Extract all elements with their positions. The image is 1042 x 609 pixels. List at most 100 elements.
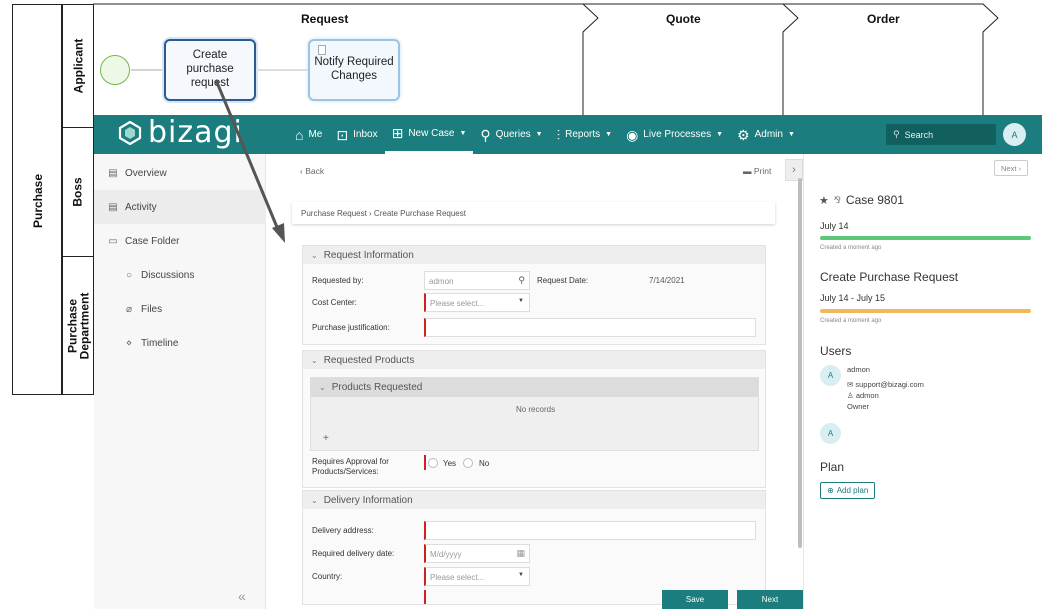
print-link[interactable]: ▬ Print (743, 166, 771, 176)
request-date-label: Request Date: (537, 276, 589, 285)
next-button[interactable]: Next (737, 590, 803, 609)
add-document-icon: ⊕ (827, 486, 834, 495)
sidebar-item-label: Timeline (141, 337, 179, 349)
nav-admin[interactable]: ⚙ Admin ▼ (730, 115, 802, 154)
sidebar-item-activity[interactable]: ▤ Activity (94, 190, 266, 224)
paperclip-icon: ⌀ (125, 303, 133, 315)
nav-inbox-label: Inbox (353, 129, 378, 140)
collapse-sidebar-icon[interactable]: « (238, 588, 246, 604)
panel-title: Delivery Information (323, 494, 413, 506)
folder-icon: ▭ (108, 235, 118, 247)
caret-down-icon: ▼ (787, 131, 795, 138)
approval-no-radio[interactable] (463, 458, 473, 468)
gear-icon: ⚙ (737, 126, 750, 143)
chevron-down-icon: ⌄ (311, 355, 318, 365)
cost-center-label: Cost Center: (312, 298, 357, 307)
lane-purchase-department: Purchase Department (62, 256, 94, 395)
new-case-icon: ⊞ (391, 125, 404, 141)
case-sidebar: ▤ Overview ▤ Activity ▭ Case Folder ○ Di… (94, 154, 266, 609)
delivery-date-input[interactable]: M/d/yyyy ▦ (424, 544, 530, 563)
bizagi-logo[interactable]: bizagi (118, 118, 243, 148)
users-heading: Users (820, 344, 852, 358)
sidebar-item-files[interactable]: ⌀ Files (94, 292, 266, 326)
global-search[interactable]: ⚲ (886, 124, 996, 145)
products-requested-grid: ⌄ Products Requested No records + (310, 377, 759, 451)
sidebar-item-timeline[interactable]: ⋄ Timeline (94, 326, 266, 360)
process-icon: ⅋ (833, 194, 841, 205)
bpmn-task-notify-required-changes[interactable]: Notify Required Changes (308, 39, 400, 101)
case-created-note: Created a moment ago (820, 245, 882, 251)
back-link[interactable]: ‹ Back (300, 166, 324, 176)
nav-me[interactable]: ⌂ Me (288, 115, 329, 154)
sidebar-item-overview[interactable]: ▤ Overview (94, 156, 266, 190)
delivery-address-input[interactable] (424, 521, 756, 540)
caret-down-icon: ▼ (716, 131, 724, 138)
bpmn-task-create-purchase-request[interactable]: Create purchase request (164, 39, 256, 101)
grid-title: Products Requested (331, 382, 423, 393)
phase-label-quote: Quote (666, 12, 701, 26)
panel-request-information: ⌄ Request Information Requested by: admo… (302, 245, 766, 345)
lane-applicant: Applicant (62, 4, 94, 128)
sidebar-item-label: Files (141, 303, 163, 315)
search-input[interactable] (904, 129, 985, 140)
panel-header-delivery-information[interactable]: ⌄ Delivery Information (303, 491, 765, 509)
cost-center-select[interactable]: Please select... ▼ (424, 293, 530, 312)
sidebar-item-case-folder[interactable]: ▭ Case Folder (94, 224, 266, 258)
case-number: Case 9801 (845, 193, 904, 207)
user-avatar[interactable]: A (1003, 123, 1026, 146)
nav-queries-label: Queries (495, 129, 531, 140)
save-button[interactable]: Save (662, 590, 728, 609)
home-icon: ⌂ (295, 126, 304, 143)
approval-label-line1: Requires Approval for (312, 457, 389, 466)
chevron-down-icon: ⌄ (311, 495, 318, 505)
nav-reports[interactable]: ⫶ Reports ▼ (550, 115, 619, 154)
top-navigation-bar: bizagi ⌂ Me ⊡ Inbox ⊞ New Case ▼ ⚲ Queri… (94, 115, 1042, 154)
approval-no-label: No (479, 459, 490, 468)
chevron-down-icon: ⌄ (319, 383, 326, 392)
lane-label-purchase-department: Purchase Department (65, 292, 92, 359)
panel-title: Requested Products (323, 354, 415, 366)
add-plan-button[interactable]: ⊕ Add plan (820, 482, 876, 499)
add-row-button[interactable]: + (323, 433, 329, 444)
nav-live-processes[interactable]: ◉ Live Processes ▼ (619, 115, 730, 154)
bpmn-pool: Purchase (12, 4, 62, 395)
form-scrollbar[interactable] (798, 178, 802, 548)
cost-center-placeholder: Please select... (430, 299, 485, 308)
nav-queries[interactable]: ⚲ Queries ▼ (473, 115, 549, 154)
grid-empty-message: No records (515, 405, 556, 414)
case-progress-bar (820, 236, 1031, 240)
inbox-icon: ⊡ (336, 126, 349, 143)
search-icon[interactable]: ⚲ (518, 275, 525, 286)
purchase-justification-input[interactable] (424, 318, 756, 337)
star-icon[interactable]: ★ (819, 194, 829, 207)
bpmn-start-event[interactable] (100, 55, 130, 85)
sidebar-item-discussions[interactable]: ○ Discussions (94, 258, 266, 292)
caret-down-icon: ▼ (518, 572, 524, 578)
activity-progress-bar (820, 309, 1031, 313)
chevron-right-icon: › (792, 164, 796, 176)
grid-header-products-requested[interactable]: ⌄ Products Requested (311, 378, 758, 397)
calendar-icon[interactable]: ▦ (516, 548, 525, 559)
approval-yes-radio[interactable] (428, 458, 438, 468)
caret-down-icon: ▼ (518, 298, 524, 304)
activity-icon: ▤ (108, 201, 118, 213)
main-nav: ⌂ Me ⊡ Inbox ⊞ New Case ▼ ⚲ Queries ▼ ⫶ … (288, 115, 802, 154)
requested-by-value: admon (429, 277, 454, 286)
approval-yes-label: Yes (443, 459, 457, 468)
user-avatar-2[interactable]: A (820, 423, 841, 444)
panel-header-request-information[interactable]: ⌄ Request Information (303, 246, 765, 264)
nav-inbox[interactable]: ⊡ Inbox (329, 115, 384, 154)
user-role: Owner (847, 402, 870, 411)
country-select[interactable]: Please select... ▼ (424, 567, 530, 586)
required-marker (424, 590, 426, 604)
nav-new-case-label: New Case (408, 127, 455, 139)
next-small-button[interactable]: Next › (994, 160, 1028, 176)
requested-by-field[interactable]: admon ⚲ (424, 271, 530, 290)
panel-header-requested-products[interactable]: ⌄ Requested Products (303, 351, 765, 369)
panel-title: Request Information (323, 249, 414, 261)
user-avatar[interactable]: A (820, 365, 841, 386)
nav-new-case[interactable]: ⊞ New Case ▼ (384, 115, 474, 154)
user-login-row: ♙ admon (847, 391, 879, 400)
country-placeholder: Please select... (430, 573, 485, 582)
lane-label-applicant: Applicant (71, 38, 86, 94)
